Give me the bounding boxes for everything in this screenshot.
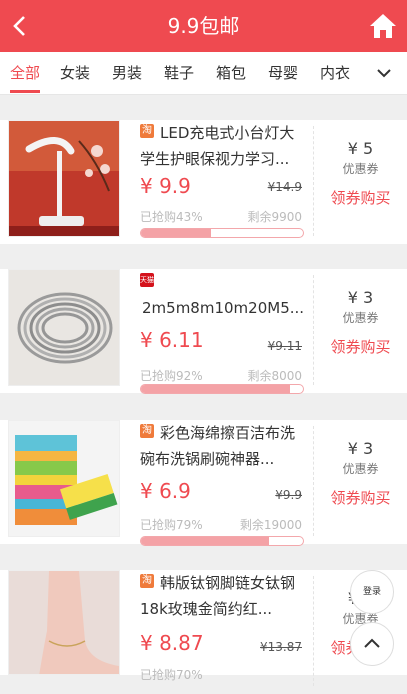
product-price: ¥ 9.9 <box>140 174 191 198</box>
tab-bags[interactable]: 箱包 <box>216 63 246 83</box>
login-button[interactable]: 登录 <box>350 570 394 614</box>
product-card[interactable]: 淘 韩版钛钢脚链女钛钢18k玫瑰金简约红... ¥ 8.87 ¥13.87 已抢… <box>0 570 407 686</box>
coupon-amount: ¥ 3 <box>347 439 374 458</box>
home-icon[interactable] <box>369 12 397 40</box>
active-tab-indicator <box>10 90 40 93</box>
product-image[interactable] <box>8 570 120 675</box>
original-price: ¥9.9 <box>275 488 302 502</box>
get-coupon-button[interactable]: 领券购买 <box>314 337 407 357</box>
product-price: ¥ 6.9 <box>140 479 191 503</box>
remaining-count: 剩余9900 <box>247 210 302 224</box>
original-price: ¥14.9 <box>267 180 302 194</box>
progress-bar <box>140 228 304 238</box>
coupon-label: 优惠券 <box>342 162 379 176</box>
coupon-block: ¥ 5 优惠券 领券购买 <box>314 120 407 208</box>
progress-bar <box>140 536 304 546</box>
coupon-label: 优惠券 <box>342 462 379 476</box>
original-price: ¥9.11 <box>267 339 302 353</box>
sold-percent: 已抢购79% <box>140 518 203 532</box>
page-title: 9.9包邮 <box>167 14 240 38</box>
product-card[interactable]: 天猫 2m5m8m10m20M5... ¥ 6.11 ¥9.11 已抢购92% … <box>0 269 407 394</box>
product-card[interactable]: 淘 LED充电式小台灯大学生护眼保视力学习... ¥ 9.9 ¥14.9 已抢购… <box>0 120 407 244</box>
coupon-amount: ¥ 5 <box>347 139 374 158</box>
coupon-label: 优惠券 <box>342 311 379 325</box>
chevron-down-icon[interactable] <box>375 63 393 83</box>
coupon-block: ¥ 3 优惠券 领券购买 <box>314 420 407 508</box>
chevron-up-icon <box>364 638 380 648</box>
tab-underwear[interactable]: 内衣 <box>320 63 350 83</box>
sold-percent: 已抢购92% <box>140 369 203 383</box>
product-image[interactable] <box>8 120 120 237</box>
progress-fill <box>141 229 211 237</box>
tab-men[interactable]: 男装 <box>112 63 142 83</box>
product-name[interactable]: 2m5m8m10m20M5... <box>140 295 305 321</box>
top-bar: 9.9包邮 <box>0 0 407 52</box>
remaining-count: 剩余8000 <box>247 369 302 383</box>
product-image[interactable] <box>8 269 120 386</box>
tmall-badge: 天猫 <box>140 273 154 287</box>
original-price: ¥13.87 <box>260 640 302 654</box>
tab-shoes[interactable]: 鞋子 <box>164 63 194 83</box>
sold-percent: 已抢购43% <box>140 210 203 224</box>
product-name[interactable]: 彩色海绵擦百洁布洗碗布洗锅刷碗神器... <box>140 420 305 472</box>
login-label: 登录 <box>362 587 381 597</box>
tab-all[interactable]: 全部 <box>10 63 40 83</box>
product-price: ¥ 6.11 <box>140 328 204 352</box>
product-name[interactable]: 韩版钛钢脚链女钛钢18k玫瑰金简约红... <box>140 570 305 622</box>
product-card[interactable]: 淘 彩色海绵擦百洁布洗碗布洗锅刷碗神器... ¥ 6.9 ¥9.9 已抢购79%… <box>0 420 407 546</box>
product-name[interactable]: LED充电式小台灯大学生护眼保视力学习... <box>140 120 305 172</box>
product-price: ¥ 8.87 <box>140 631 204 655</box>
product-image[interactable] <box>8 420 120 537</box>
tab-women[interactable]: 女装 <box>60 63 90 83</box>
category-tabs: 全部 女装 男装 鞋子 箱包 母婴 内衣 <box>0 52 407 95</box>
tab-baby[interactable]: 母婴 <box>268 63 298 83</box>
get-coupon-button[interactable]: 领券购买 <box>314 188 407 208</box>
get-coupon-button[interactable]: 领券购买 <box>314 488 407 508</box>
coupon-amount: ¥ 3 <box>347 288 374 307</box>
back-to-top-button[interactable] <box>350 622 394 666</box>
progress-fill <box>141 385 291 393</box>
remaining-count: 剩余19000 <box>239 518 302 532</box>
coupon-block: ¥ 3 优惠券 领券购买 <box>314 269 407 357</box>
progress-fill <box>141 537 269 545</box>
progress-bar <box>140 384 304 394</box>
